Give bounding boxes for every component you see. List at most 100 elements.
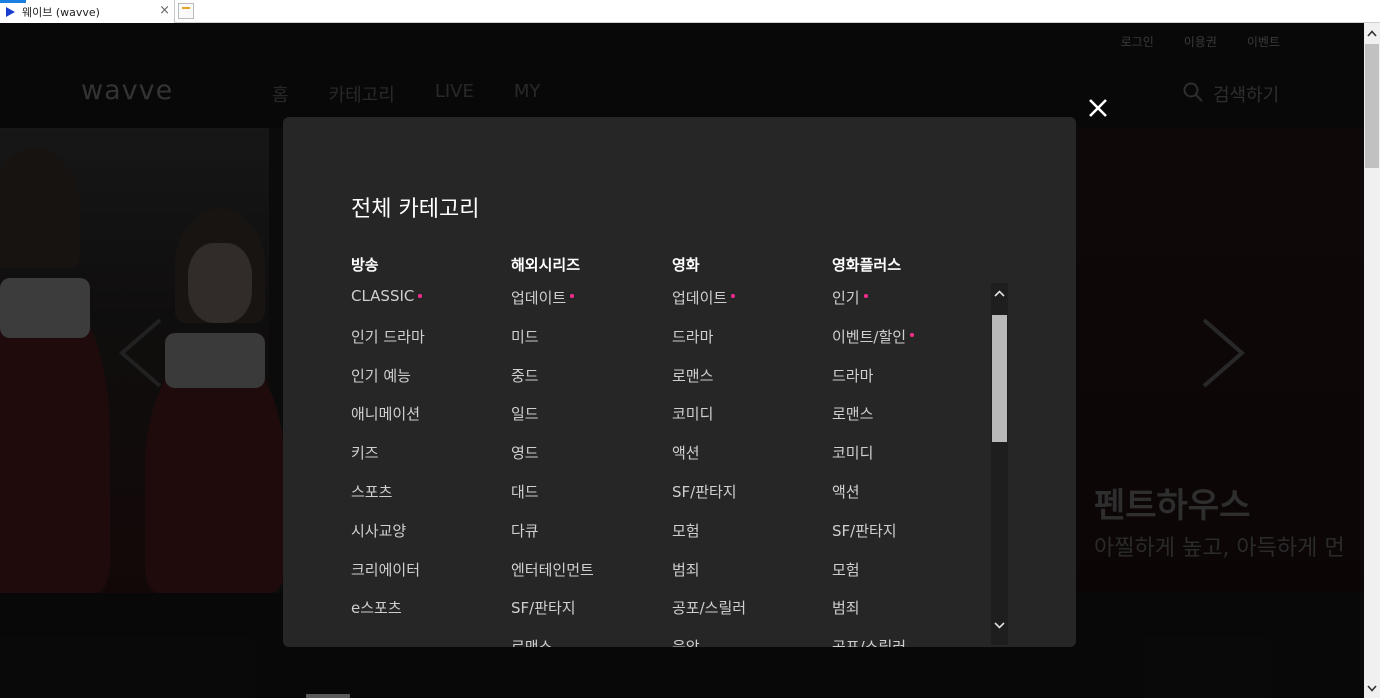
category-link[interactable]: 다큐 (511, 520, 594, 559)
horizontal-scroll-thumb[interactable] (306, 694, 350, 698)
category-link[interactable]: 대드 (511, 481, 594, 520)
category-link[interactable]: 시사교양 (351, 520, 425, 559)
category-link[interactable]: 인기 (832, 287, 914, 326)
category-link[interactable]: e스포츠 (351, 597, 425, 636)
category-link[interactable]: 로맨스 (832, 403, 914, 442)
chevron-down-icon[interactable] (991, 615, 1008, 635)
category-label: 로맨스 (672, 366, 714, 385)
new-badge-dot (731, 294, 736, 298)
category-link[interactable]: 업데이트 (672, 287, 746, 326)
tab-close-icon[interactable]: × (159, 4, 170, 18)
category-link[interactable]: 로맨스 (672, 365, 746, 404)
category-link[interactable]: 공포/스릴러 (672, 597, 746, 636)
category-list: 인기이벤트/할인드라마로맨스코미디액션 SF/판타지모험범죄공포/스릴러 (832, 287, 915, 647)
category-link[interactable]: 음악 (672, 636, 746, 647)
category-column-movie-plus: 영화플러스 인기이벤트/할인드라마로맨스코미디액션 SF/판타지모험범죄공포/스릴… (832, 254, 915, 647)
favicon-play-icon (4, 6, 16, 18)
column-heading: 해외시리즈 (511, 256, 581, 274)
category-label: 인기 드라마 (351, 327, 425, 346)
category-link[interactable]: 드라마 (832, 365, 914, 404)
category-column-overseas: 해외시리즈 업데이트미드중드일드영드대드다큐엔터테인먼트 SF/판타지로맨스 (511, 254, 594, 647)
category-label: 공포/스릴러 (672, 599, 747, 618)
category-label: 시사교양 (351, 521, 407, 540)
page-scrollbar[interactable] (1364, 23, 1380, 698)
category-link[interactable]: 인기 예능 (351, 365, 425, 404)
category-link[interactable]: SF/판타지 (832, 520, 914, 559)
column-heading: 방송 (351, 256, 379, 274)
site-viewport: 로그인 이용권 이벤트 wavve 홈 카테고리 LIVE MY 검색하기 펜트… (0, 23, 1364, 698)
category-label: 대드 (511, 482, 539, 501)
category-label: 모험 (672, 521, 700, 540)
category-list: 업데이트드라마로맨스코미디액션 SF/판타지모험범죄공포/스릴러음악 (672, 287, 746, 647)
new-badge-dot (910, 332, 915, 337)
modal-scroll-thumb[interactable] (992, 315, 1007, 442)
category-link[interactable]: 키즈 (351, 442, 425, 481)
new-badge-dot (418, 294, 423, 298)
category-link[interactable]: 범죄 (832, 597, 914, 636)
category-label: SF/판타지 (511, 599, 576, 618)
category-label: 업데이트 (511, 289, 567, 307)
category-link[interactable]: CLASSIC (351, 287, 425, 326)
category-link[interactable]: 모험 (832, 559, 914, 598)
category-label: 드라마 (672, 327, 714, 346)
category-list: CLASSIC 인기 드라마인기 예능애니메이션키즈스포츠시사교양크리에이터 e스포… (351, 287, 425, 636)
category-label: CLASSIC (351, 287, 415, 305)
category-link[interactable]: 애니메이션 (351, 403, 425, 442)
chevron-up-icon[interactable] (1364, 23, 1380, 43)
modal-scrollbar[interactable] (991, 283, 1008, 645)
category-label: 스포츠 (351, 482, 393, 501)
category-link[interactable]: 액션 (832, 481, 914, 520)
new-badge-dot (863, 294, 868, 298)
category-link[interactable]: SF/판타지 (672, 481, 746, 520)
category-label: 로맨스 (832, 405, 874, 424)
category-label: e스포츠 (351, 599, 402, 618)
column-heading: 영화플러스 (832, 256, 902, 274)
category-label: SF/판타지 (832, 521, 897, 540)
category-label: 공포/스릴러 (832, 636, 906, 647)
category-label: 엔터테인먼트 (511, 560, 594, 579)
category-label: 미드 (511, 327, 539, 346)
category-label: 코미디 (672, 405, 714, 424)
category-link[interactable]: 엔터테인먼트 (511, 559, 594, 598)
category-label: 로맨스 (511, 636, 552, 647)
category-link[interactable]: 미드 (511, 326, 594, 365)
category-label: 영드 (511, 444, 539, 463)
category-link[interactable]: 공포/스릴러 (832, 636, 914, 647)
category-label: 범죄 (672, 560, 700, 579)
category-modal: 전체 카테고리 방송 CLASSIC 인기 드라마 인기 예능 애니메이션 키즈 스포츠 시… (283, 117, 1076, 647)
category-link[interactable]: 일드 (511, 403, 594, 442)
category-label: 키즈 (351, 444, 379, 463)
category-link[interactable]: 코미디 (832, 442, 914, 481)
category-label: 코미디 (832, 444, 874, 463)
category-label: 업데이트 (672, 289, 728, 307)
category-link[interactable]: 드라마 (672, 326, 746, 365)
category-link[interactable]: 모험 (672, 520, 746, 559)
category-link[interactable]: 이벤트/할인 (832, 326, 915, 365)
category-link[interactable]: 스포츠 (351, 481, 425, 520)
category-link[interactable]: 범죄 (672, 559, 746, 598)
category-link[interactable]: 로맨스 (511, 636, 594, 647)
category-link[interactable]: 크리에이터 (351, 559, 425, 598)
page-scroll-thumb[interactable] (1365, 44, 1379, 168)
category-label: 모험 (832, 560, 860, 579)
category-label: 인기 예능 (351, 366, 411, 385)
browser-tab[interactable]: 웨이브 (wavve) × (0, 0, 175, 23)
category-link[interactable]: 인기 드라마 (351, 326, 425, 365)
category-link[interactable]: 업데이트 (511, 287, 594, 326)
category-label: 드라마 (832, 366, 874, 385)
category-link[interactable]: 영드 (511, 442, 594, 481)
tab-title: 웨이브 (wavve) (22, 5, 100, 19)
close-icon[interactable] (1086, 96, 1110, 120)
chevron-up-icon[interactable] (991, 283, 1008, 303)
category-label: SF/판타지 (672, 482, 737, 501)
tab-accent-bar (0, 0, 26, 3)
chevron-down-icon[interactable] (1364, 678, 1380, 698)
category-link[interactable]: SF/판타지 (511, 597, 594, 636)
category-column-movie: 영화 업데이트드라마로맨스코미디액션 SF/판타지모험범죄공포/스릴러음악 (672, 254, 746, 647)
modal-title: 전체 카테고리 (351, 197, 480, 222)
category-link[interactable]: 코미디 (672, 403, 746, 442)
new-tab-button[interactable] (178, 3, 194, 19)
category-label: 범죄 (832, 599, 860, 618)
category-link[interactable]: 액션 (672, 442, 746, 481)
category-link[interactable]: 중드 (511, 365, 594, 404)
